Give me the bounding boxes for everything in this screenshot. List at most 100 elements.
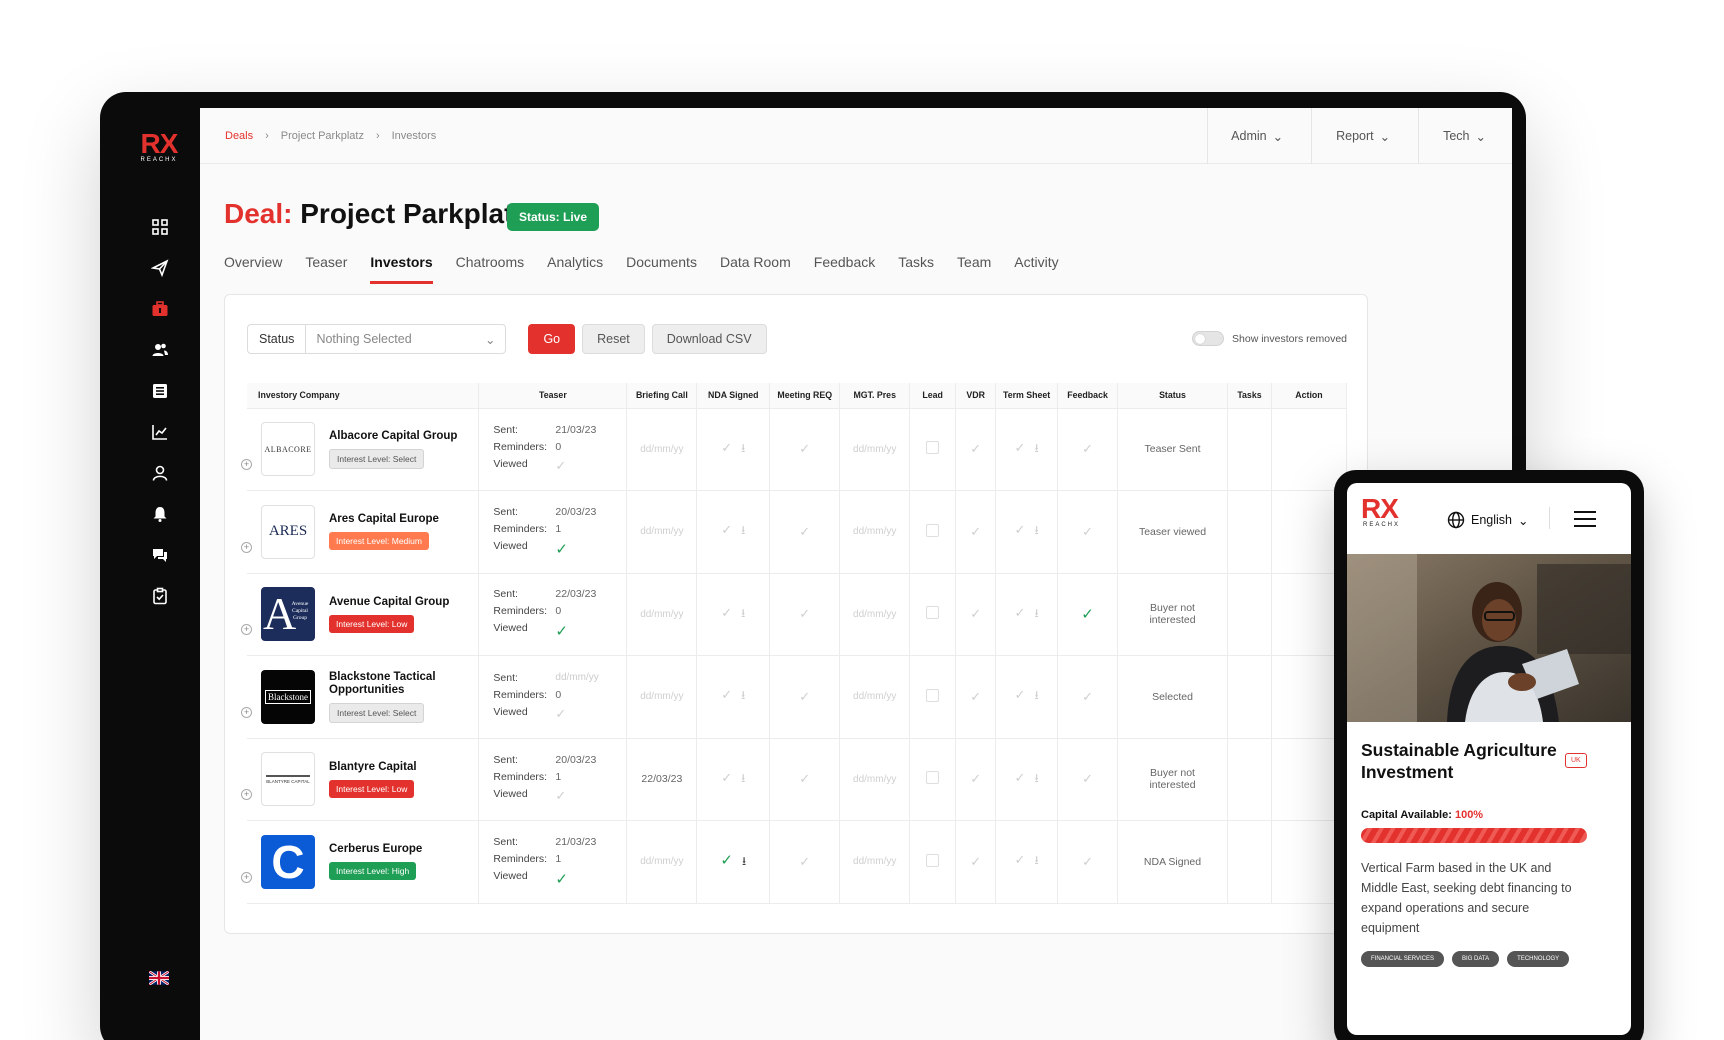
briefing-call-cell[interactable]: dd/mm/yy (626, 655, 698, 739)
expand-row-icon[interactable]: + (241, 789, 252, 801)
tasks-cell[interactable] (1227, 820, 1272, 904)
briefing-call-cell[interactable]: dd/mm/yy (626, 490, 698, 574)
meeting-req-cell[interactable]: ✓ (769, 573, 841, 656)
nda-signed-cell[interactable]: ✓ ⭳ (696, 820, 771, 904)
vdr-cell[interactable]: ✓ (955, 573, 997, 656)
download-icon[interactable]: ⭳ (1034, 771, 1038, 785)
tag-chip[interactable]: FINANCIAL SERVICES (1361, 951, 1445, 967)
lead-checkbox[interactable] (926, 441, 940, 455)
chat-icon[interactable] (149, 544, 171, 566)
lead-checkbox[interactable] (926, 853, 940, 867)
users-icon[interactable] (149, 339, 171, 361)
tab-analytics[interactable]: Analytics (547, 254, 603, 284)
lead-checkbox[interactable] (926, 688, 940, 702)
mgt-pres-cell[interactable]: dd/mm/yy (839, 408, 911, 491)
term-sheet-cell[interactable]: ✓ ⭳ (995, 408, 1059, 491)
company-name[interactable]: Ares Capital Europe (329, 513, 439, 526)
tasks-cell[interactable] (1227, 490, 1272, 574)
company-name[interactable]: Avenue Capital Group (329, 596, 449, 609)
tab-overview[interactable]: Overview (224, 254, 282, 284)
lead-cell[interactable] (909, 490, 957, 574)
download-icon[interactable]: ⭳ (741, 523, 745, 537)
meeting-req-cell[interactable]: ✓ (769, 490, 841, 574)
tab-team[interactable]: Team (957, 254, 991, 284)
language-selector[interactable]: English ⌄ (1447, 511, 1528, 529)
lead-checkbox[interactable] (926, 771, 940, 785)
download-icon[interactable]: ⭳ (1034, 441, 1038, 455)
download-icon[interactable]: ⭳ (741, 688, 745, 702)
download-icon[interactable]: ⭳ (1034, 853, 1038, 867)
expand-row-icon[interactable]: + (241, 459, 252, 471)
briefing-call-cell[interactable]: dd/mm/yy (626, 573, 698, 656)
expand-row-icon[interactable]: + (241, 871, 252, 883)
tag-chip[interactable]: BIG DATA (1452, 951, 1500, 967)
expand-row-icon[interactable]: + (241, 624, 252, 636)
term-sheet-cell[interactable]: ✓ ⭳ (995, 655, 1059, 739)
meeting-req-cell[interactable]: ✓ (769, 655, 841, 739)
download-icon[interactable]: ⭳ (1034, 523, 1038, 537)
download-csv-button[interactable]: Download CSV (651, 324, 767, 354)
vdr-cell[interactable]: ✓ (955, 820, 997, 904)
term-sheet-cell[interactable]: ✓ ⭳ (995, 738, 1059, 821)
download-icon[interactable]: ⭳ (1034, 606, 1038, 620)
action-cell[interactable] (1271, 408, 1348, 491)
briefcase-icon[interactable] (149, 298, 171, 320)
interest-level-badge[interactable]: Interest Level: Select (329, 448, 425, 469)
status-select[interactable]: Nothing Selected ⌄ (305, 324, 507, 354)
lead-checkbox[interactable] (926, 606, 940, 620)
nda-signed-cell[interactable]: ✓ ⭳ (696, 738, 771, 821)
feedback-cell[interactable]: ✓ (1057, 820, 1119, 904)
interest-level-badge[interactable]: Interest Level: Medium (329, 532, 429, 551)
breadcrumb-deals[interactable]: Deals (225, 130, 253, 142)
meeting-req-cell[interactable]: ✓ (769, 738, 841, 821)
expand-row-icon[interactable]: + (241, 541, 252, 553)
tab-chatrooms[interactable]: Chatrooms (456, 254, 524, 284)
term-sheet-cell[interactable]: ✓ ⭳ (995, 573, 1059, 656)
tag-chip[interactable]: TECHNOLOGY (1507, 951, 1570, 967)
company-name[interactable]: Blantyre Capital (329, 761, 417, 774)
download-icon[interactable]: ⭳ (741, 606, 745, 620)
term-sheet-cell[interactable]: ✓ ⭳ (995, 820, 1059, 904)
table-row[interactable]: + Blackstone Blackstone Tactical Opportuni… (241, 655, 1348, 739)
breadcrumb-investors[interactable]: Investors (392, 130, 437, 142)
send-icon[interactable] (149, 257, 171, 279)
table-row[interactable]: + C Cerberus Europe Interest Level: High Sen… (241, 820, 1348, 904)
briefing-call-cell[interactable]: dd/mm/yy (626, 820, 698, 904)
tech-menu[interactable]: Tech ⌄ (1418, 108, 1512, 164)
interest-level-badge[interactable]: Interest Level: Low (329, 779, 415, 798)
meeting-req-cell[interactable]: ✓ (769, 408, 841, 491)
download-icon[interactable]: ⭳ (742, 854, 746, 868)
vdr-cell[interactable]: ✓ (955, 490, 997, 574)
company-name[interactable]: Albacore Capital Group (329, 430, 457, 443)
uk-flag-icon[interactable] (149, 971, 169, 985)
feedback-cell[interactable]: ✓ (1057, 738, 1119, 821)
interest-level-badge[interactable]: Interest Level: High (329, 862, 417, 881)
tasks-cell[interactable] (1227, 738, 1272, 821)
nda-signed-cell[interactable]: ✓ ⭳ (696, 573, 771, 656)
meeting-req-cell[interactable]: ✓ (769, 820, 841, 904)
download-icon[interactable]: ⭳ (1034, 688, 1038, 702)
vdr-cell[interactable]: ✓ (955, 738, 997, 821)
go-button[interactable]: Go (528, 324, 576, 354)
expand-row-icon[interactable]: + (241, 706, 252, 718)
tab-investors[interactable]: Investors (370, 254, 433, 284)
download-icon[interactable]: ⭳ (741, 771, 745, 785)
interest-level-badge[interactable]: Interest Level: Low (329, 614, 415, 633)
term-sheet-cell[interactable]: ✓ ⭳ (995, 490, 1059, 574)
lead-cell[interactable] (909, 820, 957, 904)
mgt-pres-cell[interactable]: dd/mm/yy (839, 655, 911, 739)
tab-documents[interactable]: Documents (626, 254, 697, 284)
nda-signed-cell[interactable]: ✓ ⭳ (696, 490, 771, 574)
tasks-cell[interactable] (1227, 408, 1272, 491)
mgt-pres-cell[interactable]: dd/mm/yy (839, 738, 911, 821)
lead-cell[interactable] (909, 408, 957, 491)
feedback-cell[interactable]: ✓ (1057, 408, 1119, 491)
feedback-cell[interactable]: ✓ (1057, 573, 1119, 656)
tab-data-room[interactable]: Data Room (720, 254, 791, 284)
lead-cell[interactable] (909, 573, 957, 656)
mgt-pres-cell[interactable]: dd/mm/yy (839, 490, 911, 574)
show-removed-toggle[interactable] (1192, 331, 1225, 346)
user-icon[interactable] (149, 462, 171, 484)
tasks-cell[interactable] (1227, 655, 1272, 739)
briefing-call-cell[interactable]: 22/03/23 (626, 738, 698, 821)
